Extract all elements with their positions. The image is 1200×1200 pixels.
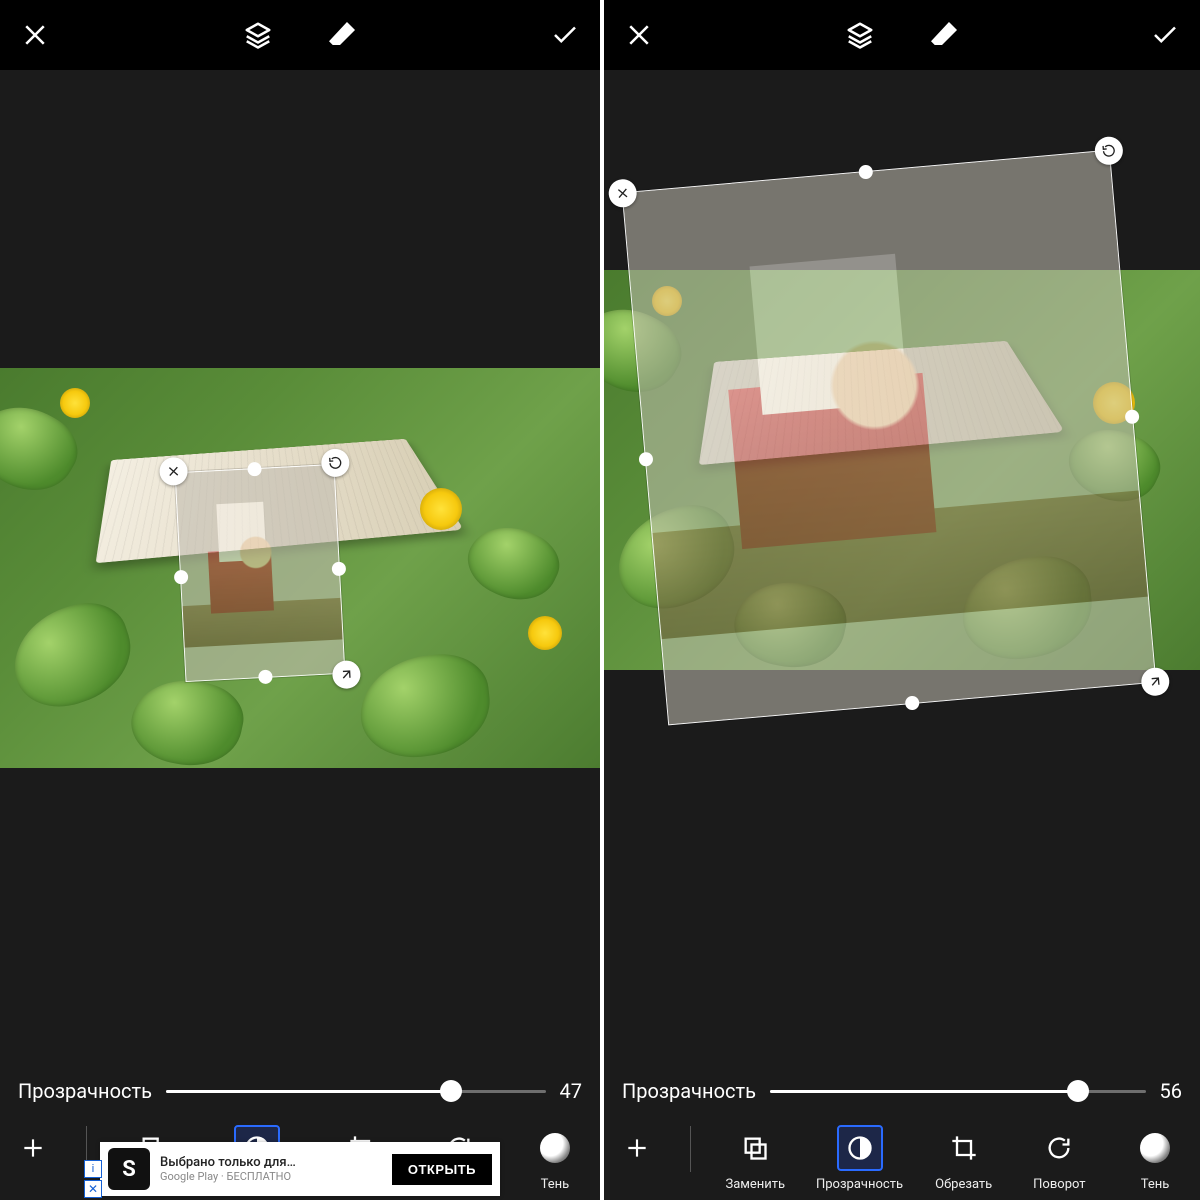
overlay-scale-icon[interactable] (1140, 667, 1170, 697)
layers-icon[interactable] (843, 18, 877, 52)
background-photo (0, 368, 600, 768)
opacity-slider[interactable] (166, 1090, 546, 1093)
slider-thumb[interactable] (1067, 1080, 1089, 1102)
bottom-controls: Прозрачность 56 Заменить Прозрачность (604, 1065, 1200, 1200)
add-button[interactable] (614, 1125, 660, 1192)
overlay-selection[interactable] (175, 463, 346, 681)
canvas[interactable] (0, 70, 600, 1065)
ad-banner[interactable]: i ✕ S Выбрано только для… Google Play · … (100, 1142, 500, 1196)
tool-shadow[interactable]: Тень (520, 1125, 590, 1192)
tool-crop[interactable]: Обрезать (929, 1125, 999, 1192)
tool-replace[interactable]: Заменить (720, 1125, 790, 1192)
confirm-button[interactable] (1148, 18, 1182, 52)
ad-cta-button[interactable]: ОТКРЫТЬ (392, 1154, 492, 1185)
editor-panel-left: Прозрачность 47 Заменить Прозрачность (0, 0, 600, 1200)
slider-value: 47 (560, 1079, 582, 1103)
top-toolbar (604, 0, 1200, 70)
tool-opacity[interactable]: Прозрачность (816, 1125, 903, 1192)
eraser-icon[interactable] (927, 18, 961, 52)
tool-shadow[interactable]: Тень (1120, 1125, 1190, 1192)
editor-panel-right: Прозрачность 56 Заменить Прозрачность (600, 0, 1200, 1200)
tool-rotate[interactable]: Поворот (1024, 1125, 1094, 1192)
overlay-scale-icon[interactable] (332, 659, 361, 688)
ad-title: Выбрано только для… (160, 1155, 382, 1171)
shadow-icon (540, 1133, 570, 1163)
ad-info-icon[interactable]: i (84, 1160, 102, 1178)
ad-logo: S (108, 1148, 150, 1190)
shadow-icon (1140, 1133, 1170, 1163)
close-button[interactable] (18, 18, 52, 52)
ad-close-icon[interactable]: ✕ (84, 1180, 102, 1198)
close-button[interactable] (622, 18, 656, 52)
eraser-icon[interactable] (325, 18, 359, 52)
slider-label: Прозрачность (18, 1079, 152, 1103)
ad-subtitle: Google Play · БЕСПЛАТНО (160, 1170, 382, 1183)
opacity-slider[interactable] (770, 1090, 1146, 1093)
canvas[interactable] (604, 70, 1200, 1065)
slider-value: 56 (1160, 1079, 1182, 1103)
add-button[interactable] (10, 1125, 56, 1192)
slider-thumb[interactable] (440, 1080, 462, 1102)
toolbar-divider (690, 1126, 691, 1172)
slider-label: Прозрачность (622, 1079, 756, 1103)
layers-icon[interactable] (241, 18, 275, 52)
overlay-selection[interactable] (622, 150, 1157, 726)
top-toolbar (0, 0, 600, 70)
confirm-button[interactable] (548, 18, 582, 52)
